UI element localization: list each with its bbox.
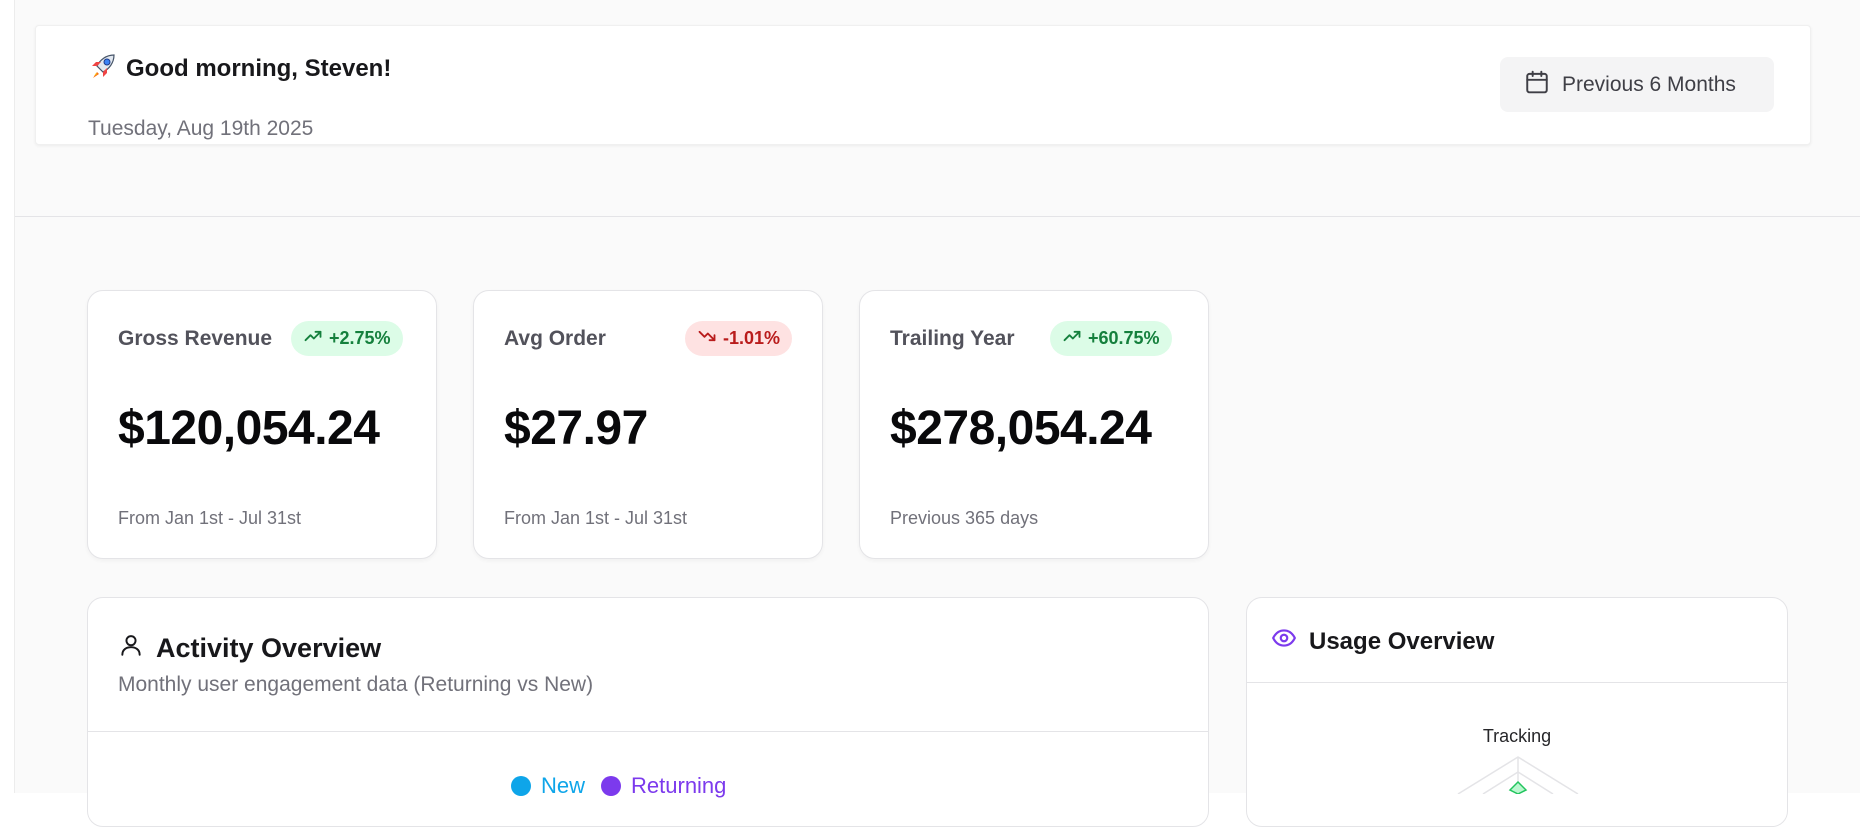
legend-label-returning[interactable]: Returning	[631, 773, 726, 799]
change-badge: +60.75%	[1050, 321, 1172, 356]
change-badge: +2.75%	[291, 321, 403, 356]
activity-subtitle: Monthly user engagement data (Returning …	[118, 673, 594, 696]
header-divider	[15, 216, 1860, 217]
stat-note: From Jan 1st - Jul 31st	[118, 508, 302, 528]
radar-axis-label: Tracking	[1482, 726, 1552, 746]
stat-label: Gross Revenue	[118, 327, 273, 350]
stat-value: $278,054.24	[890, 402, 1152, 455]
activity-title: Activity Overview	[156, 633, 382, 663]
date-range-label: Previous 6 Months	[1562, 72, 1736, 96]
trend-up-icon	[1062, 326, 1082, 351]
activity-separator	[88, 731, 1208, 732]
legend-label-new[interactable]: New	[541, 773, 585, 799]
change-value: +2.75%	[329, 328, 391, 348]
legend-dot-new	[511, 776, 531, 796]
calendar-icon	[1524, 69, 1550, 101]
change-value: +60.75%	[1088, 328, 1160, 348]
stat-value: $120,054.24	[118, 402, 380, 455]
rocket-icon	[88, 51, 118, 86]
legend-dot-returning	[601, 776, 622, 796]
usage-title: Usage Overview	[1309, 627, 1495, 655]
usage-title-row: Usage Overview	[1271, 625, 1494, 658]
change-badge: -1.01%	[685, 321, 793, 356]
usage-separator	[1247, 682, 1787, 683]
stat-label: Avg Order	[504, 327, 606, 350]
current-date: Tuesday, Aug 19th 2025	[88, 117, 314, 140]
greeting: Good morning, Steven!	[88, 51, 391, 86]
stat-label: Trailing Year	[890, 327, 1015, 350]
activity-title-row: Activity Overview	[118, 632, 381, 665]
trend-down-icon	[697, 326, 717, 351]
header-card: Good morning, Steven! Tuesday, Aug 19th …	[35, 25, 1811, 145]
stat-card-avg-order: Avg Order -1.01% $27.97 From Jan 1st - J…	[473, 290, 823, 559]
user-icon	[118, 632, 144, 665]
stat-card-gross-revenue: Gross Revenue +2.75% $120,054.24 From Ja…	[87, 290, 437, 559]
left-rail	[0, 0, 15, 793]
greeting-title: Good morning, Steven!	[126, 54, 392, 82]
stat-card-trailing-year: Trailing Year +60.75% $278,054.24 Previo…	[859, 290, 1209, 559]
eye-icon	[1271, 625, 1297, 658]
date-range-button[interactable]: Previous 6 Months	[1500, 57, 1774, 112]
stat-note: Previous 365 days	[890, 508, 1039, 528]
chart-legend: New Returning	[511, 773, 726, 799]
stat-value: $27.97	[504, 402, 648, 455]
trend-up-icon	[303, 326, 323, 351]
stat-note: From Jan 1st - Jul 31st	[504, 508, 688, 528]
change-value: -1.01%	[723, 328, 781, 348]
radar-chart	[1457, 756, 1579, 794]
